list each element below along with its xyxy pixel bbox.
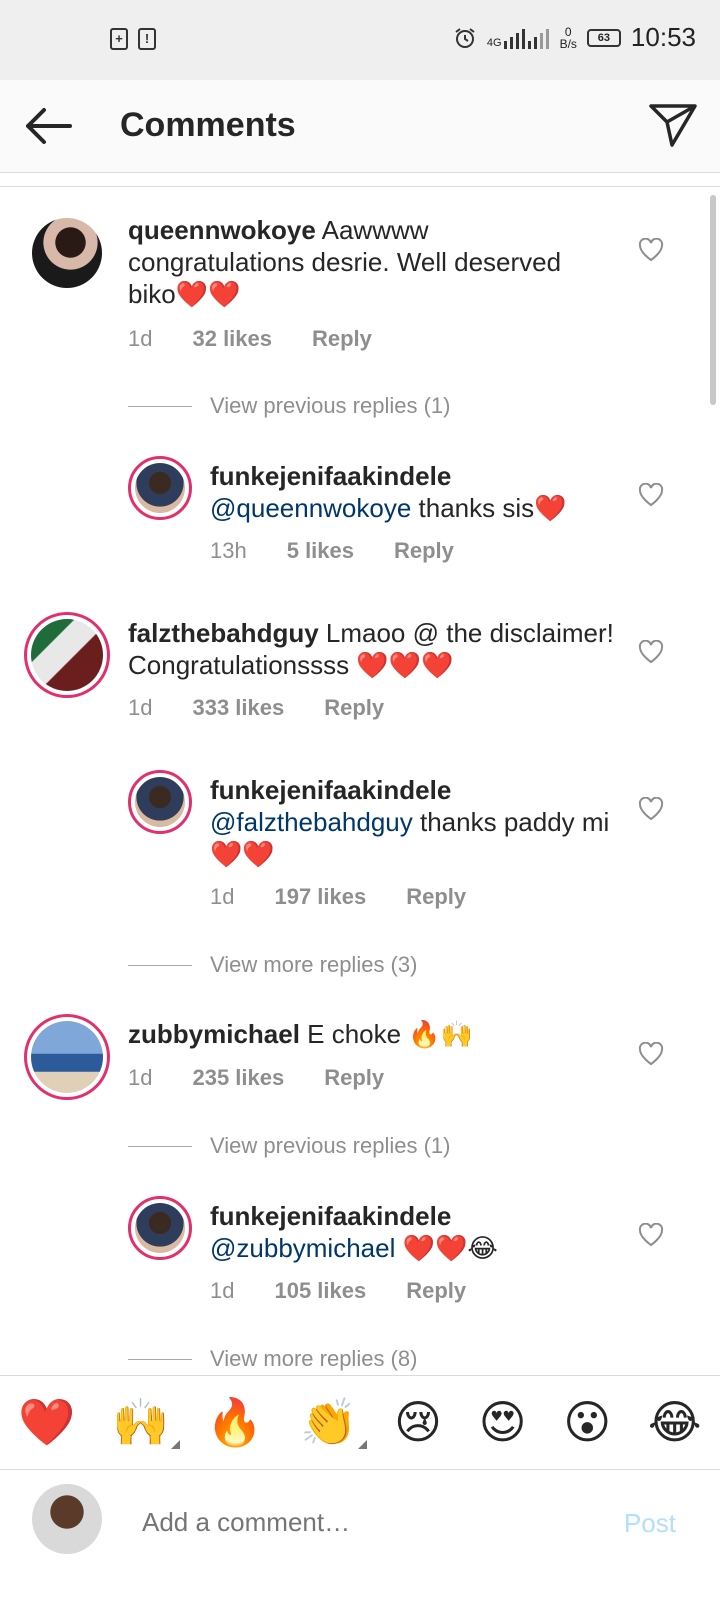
like-heart-icon[interactable] bbox=[638, 640, 664, 664]
avatar[interactable] bbox=[24, 1014, 110, 1100]
emoji: ❤️❤️ bbox=[175, 279, 241, 309]
direct-send-icon[interactable] bbox=[648, 102, 698, 148]
view-replies-button[interactable]: View previous replies (1) bbox=[128, 1133, 450, 1159]
likes-count[interactable]: 235 likes bbox=[192, 1065, 284, 1091]
mention-link[interactable]: @falzthebahdguy bbox=[210, 807, 413, 837]
reply-button[interactable]: Reply bbox=[406, 1278, 466, 1304]
header: Comments bbox=[0, 80, 720, 173]
reply-button[interactable]: Reply bbox=[312, 326, 372, 352]
comment-meta: 1d 197 likes Reply bbox=[210, 884, 467, 910]
reply-button[interactable]: Reply bbox=[324, 1065, 384, 1091]
like-heart-icon[interactable] bbox=[638, 238, 664, 262]
mention-link[interactable]: @zubbymichael bbox=[210, 1233, 395, 1263]
avatar[interactable] bbox=[32, 218, 102, 288]
avatar[interactable] bbox=[24, 612, 110, 698]
back-arrow-icon[interactable] bbox=[22, 104, 74, 148]
comment-meta: 1d 235 likes Reply bbox=[128, 1065, 385, 1091]
crying-emoji-button[interactable]: 😢 bbox=[394, 1399, 442, 1445]
username[interactable]: funkejenifaakindele bbox=[210, 1201, 451, 1231]
status-bar: + ! 4G 0 B/s 63 10:53 bbox=[0, 0, 720, 80]
view-replies-button[interactable]: View previous replies (1) bbox=[128, 393, 450, 419]
signal-icon: 4G bbox=[487, 27, 550, 49]
comment-text: funkejenifaakindele @zubbymichael ❤️❤️😂 bbox=[210, 1201, 498, 1263]
comment-text: funkejenifaakindele @falzthebahdguy thank… bbox=[210, 775, 610, 869]
avatar bbox=[32, 1484, 102, 1554]
fire-emoji-button[interactable]: 🔥 bbox=[206, 1399, 263, 1445]
like-heart-icon[interactable] bbox=[638, 483, 664, 507]
comment-text: queennwokoye Aawwww congratulations desr… bbox=[128, 215, 562, 309]
heart-eyes-emoji-button[interactable]: 😍 bbox=[479, 1399, 527, 1445]
comment-meta: 1d 105 likes Reply bbox=[210, 1278, 467, 1304]
alarm-icon bbox=[455, 27, 475, 48]
reply-button[interactable]: Reply bbox=[406, 884, 466, 910]
scrollbar[interactable] bbox=[710, 195, 716, 405]
expand-indicator-icon bbox=[170, 1440, 180, 1449]
username[interactable]: funkejenifaakindele bbox=[210, 461, 451, 491]
battery-saver-icon: + bbox=[110, 28, 128, 50]
red-heart-emoji-button[interactable]: ❤️ bbox=[18, 1399, 75, 1445]
likes-count[interactable]: 105 likes bbox=[274, 1278, 366, 1304]
emoji-quick-bar: ❤️ 🙌 🔥 👏 😢 😍 😮 😂 bbox=[0, 1375, 720, 1468]
likes-count[interactable]: 32 likes bbox=[192, 326, 272, 352]
tears-of-joy-emoji-button[interactable]: 😂 bbox=[648, 1399, 702, 1445]
clapping-emoji-button[interactable]: 👏 bbox=[300, 1399, 368, 1449]
avatar[interactable] bbox=[128, 456, 192, 520]
like-heart-icon[interactable] bbox=[638, 797, 664, 821]
username[interactable]: falzthebahdguy bbox=[128, 618, 319, 648]
comment-input[interactable] bbox=[140, 1506, 584, 1539]
comment-text: funkejenifaakindele @queennwokoye thanks … bbox=[210, 461, 567, 523]
comment-meta: 13h 5 likes Reply bbox=[210, 538, 454, 564]
mention-link[interactable]: @queennwokoye bbox=[210, 493, 411, 523]
view-replies-button[interactable]: View more replies (8) bbox=[128, 1346, 417, 1372]
username[interactable]: zubbymichael bbox=[128, 1019, 300, 1049]
likes-count[interactable]: 197 likes bbox=[274, 884, 366, 910]
avatar[interactable] bbox=[128, 1196, 192, 1260]
post-button[interactable]: Post bbox=[624, 1508, 676, 1539]
username[interactable]: queennwokoye bbox=[128, 215, 316, 245]
likes-count[interactable]: 5 likes bbox=[287, 538, 354, 564]
data-speed: 0 B/s bbox=[559, 24, 577, 51]
username[interactable]: funkejenifaakindele bbox=[210, 775, 451, 805]
raised-hands-emoji-button[interactable]: 🙌 bbox=[112, 1399, 180, 1449]
reply-button[interactable]: Reply bbox=[324, 695, 384, 721]
comment-text: falzthebahdguy Lmaoo @ the disclaimer! C… bbox=[128, 618, 614, 680]
likes-count[interactable]: 333 likes bbox=[192, 695, 284, 721]
expand-indicator-icon bbox=[358, 1440, 368, 1449]
clock: 10:53 bbox=[630, 22, 696, 52]
comment-input-bar: Post bbox=[0, 1469, 720, 1601]
reply-button[interactable]: Reply bbox=[394, 538, 454, 564]
battery-icon: 63 bbox=[586, 28, 621, 47]
comment-meta: 1d 32 likes Reply bbox=[128, 326, 372, 352]
view-replies-button[interactable]: View more replies (3) bbox=[128, 952, 417, 978]
surprised-emoji-button[interactable]: 😮 bbox=[563, 1399, 611, 1445]
divider bbox=[0, 186, 720, 187]
comment-text: zubbymichael E choke 🔥🙌 bbox=[128, 1019, 474, 1049]
like-heart-icon[interactable] bbox=[638, 1042, 664, 1066]
avatar[interactable] bbox=[128, 770, 192, 834]
sim-alert-icon: ! bbox=[138, 28, 156, 50]
like-heart-icon[interactable] bbox=[638, 1223, 664, 1247]
page-title: Comments bbox=[120, 106, 296, 144]
comment-meta: 1d 333 likes Reply bbox=[128, 695, 385, 721]
